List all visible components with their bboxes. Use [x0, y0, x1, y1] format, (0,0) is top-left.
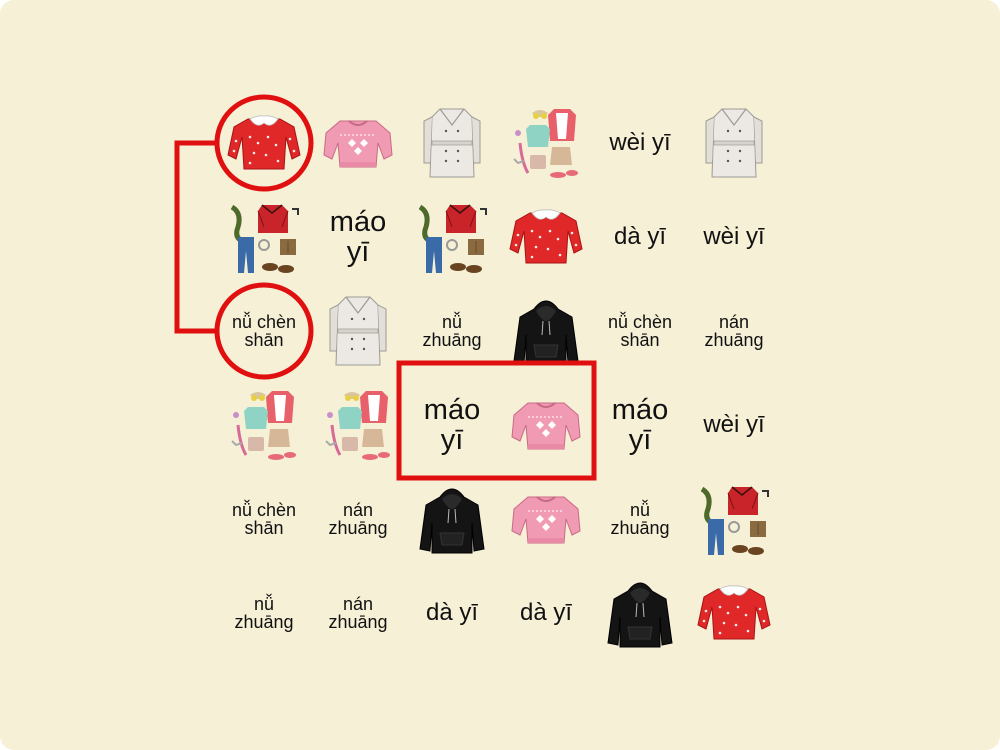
tile-31[interactable]: nán zhuāng [311, 566, 405, 660]
tile-35[interactable] [687, 566, 781, 660]
trench-coat-icon [318, 291, 398, 371]
tile-2[interactable] [405, 96, 499, 190]
tile-24[interactable]: nǚ chèn shān [217, 472, 311, 566]
pink-sweater-icon [506, 385, 586, 465]
tile-label: máo yī [329, 205, 387, 268]
tile-5[interactable] [687, 96, 781, 190]
pink-sweater-icon [506, 479, 586, 559]
tile-0[interactable] [217, 96, 311, 190]
tile-label: dà yī [425, 599, 479, 627]
tile-18[interactable] [217, 378, 311, 472]
tile-label: máo yī [423, 393, 481, 456]
tile-29[interactable] [687, 472, 781, 566]
tile-label: nán zhuāng [328, 594, 388, 632]
tile-label: dà yī [519, 599, 573, 627]
womens-outfit-icon [318, 385, 398, 465]
trench-coat-icon [412, 103, 492, 183]
tile-label: nán zhuāng [704, 312, 764, 350]
womens-outfit-icon [224, 385, 304, 465]
tile-label: wèi yī [703, 411, 765, 439]
black-hoodie-icon [412, 479, 492, 559]
tile-label: dà yī [613, 223, 667, 251]
tile-30[interactable]: nǚ zhuāng [217, 566, 311, 660]
tile-15[interactable] [499, 284, 593, 378]
game-board: wèi yī máo yī dà yī wèi yī nǚ chèn shān … [0, 0, 1000, 750]
womens-outfit-icon [506, 103, 586, 183]
tile-28[interactable]: nǚ zhuāng [593, 472, 687, 566]
tile-13[interactable] [311, 284, 405, 378]
red-blouse-icon [506, 197, 586, 277]
match-connector-line [174, 140, 218, 334]
mens-outfit-icon [694, 479, 774, 559]
tile-23[interactable]: wèi yī [687, 378, 781, 472]
tile-21[interactable] [499, 378, 593, 472]
tile-label: máo yī [611, 393, 669, 456]
tile-34[interactable] [593, 566, 687, 660]
mens-outfit-icon [412, 197, 492, 277]
tile-10[interactable]: dà yī [593, 190, 687, 284]
trench-coat-icon [694, 103, 774, 183]
black-hoodie-icon [600, 573, 680, 653]
tile-12[interactable]: nǚ chèn shān [217, 284, 311, 378]
mens-outfit-icon [224, 197, 304, 277]
tile-8[interactable] [405, 190, 499, 284]
tile-25[interactable]: nán zhuāng [311, 472, 405, 566]
tile-label: nǚ chèn shān [231, 312, 297, 350]
tile-6[interactable] [217, 190, 311, 284]
tile-26[interactable] [405, 472, 499, 566]
tile-label: nǚ chèn shān [607, 312, 673, 350]
tile-19[interactable] [311, 378, 405, 472]
tile-22[interactable]: máo yī [593, 378, 687, 472]
red-blouse-icon [694, 573, 774, 653]
tile-16[interactable]: nǚ chèn shān [593, 284, 687, 378]
tile-label: nǚ zhuāng [422, 312, 482, 350]
tile-3[interactable] [499, 96, 593, 190]
tile-9[interactable] [499, 190, 593, 284]
black-hoodie-icon [506, 291, 586, 371]
tile-32[interactable]: dà yī [405, 566, 499, 660]
tile-4[interactable]: wèi yī [593, 96, 687, 190]
tile-11[interactable]: wèi yī [687, 190, 781, 284]
pink-sweater-icon [318, 103, 398, 183]
tile-1[interactable] [311, 96, 405, 190]
tile-label: wèi yī [609, 129, 671, 157]
tile-33[interactable]: dà yī [499, 566, 593, 660]
tile-7[interactable]: máo yī [311, 190, 405, 284]
tile-label: nǚ zhuāng [610, 500, 670, 538]
tile-14[interactable]: nǚ zhuāng [405, 284, 499, 378]
red-blouse-icon [224, 103, 304, 183]
tile-17[interactable]: nán zhuāng [687, 284, 781, 378]
tile-label: nǚ chèn shān [231, 500, 297, 538]
tile-27[interactable] [499, 472, 593, 566]
tile-20[interactable]: máo yī [405, 378, 499, 472]
tile-label: nǚ zhuāng [234, 594, 294, 632]
tile-label: wèi yī [703, 223, 765, 251]
tile-label: nán zhuāng [328, 500, 388, 538]
